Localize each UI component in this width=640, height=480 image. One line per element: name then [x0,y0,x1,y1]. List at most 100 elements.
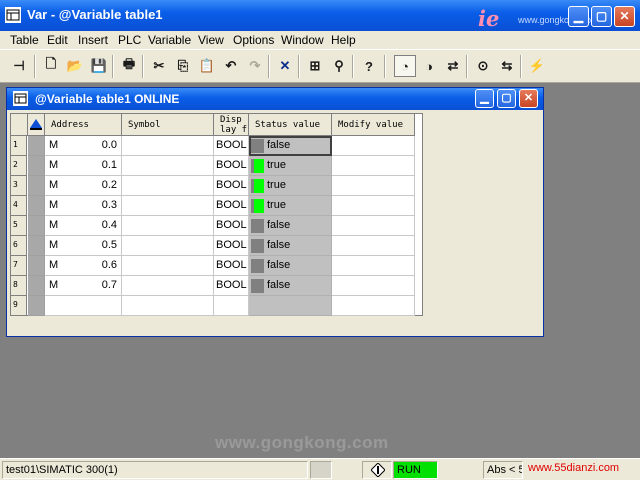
row-number[interactable]: 5 [11,216,27,236]
row-number[interactable]: 8 [11,276,27,296]
modify-value-cell[interactable] [332,256,415,276]
open-button[interactable]: 📂 [64,55,86,77]
symbol-cell[interactable] [122,256,214,276]
status-value-cell[interactable]: false [249,216,332,236]
symbol-cell[interactable] [122,296,214,316]
select-all-corner[interactable] [11,114,28,136]
display-format-cell[interactable]: BOOL [214,156,249,176]
symbol-cell[interactable] [122,196,214,216]
status-value-cell[interactable]: false [249,256,332,276]
cut-button[interactable]: ✂ [148,55,170,77]
menu-window[interactable]: Window [281,32,324,48]
row-selector-cell[interactable] [28,256,45,276]
address-cell[interactable]: M 0.6 [45,256,122,276]
minimize-button[interactable]: ▁ [568,6,589,27]
status-value-cell[interactable]: true [249,176,332,196]
row-number[interactable]: 1 [11,136,27,156]
modify-value-cell[interactable] [332,236,415,256]
column-header-status-value[interactable]: Status value [249,114,332,136]
row-number[interactable]: 3 [11,176,27,196]
redo-button[interactable]: ↷ [244,55,266,77]
column-header-symbol[interactable]: Symbol [122,114,214,136]
status-value-cell[interactable]: true [249,196,332,216]
menu-insert[interactable]: Insert [78,32,108,48]
row-selector-cell[interactable] [28,296,45,316]
status-value-cell[interactable]: false [249,136,332,156]
new-button[interactable]: 🗋 [40,55,62,77]
modify-value-cell[interactable] [332,176,415,196]
display-format-cell[interactable]: BOOL [214,216,249,236]
trigger-modify-button[interactable]: ⇆ [496,55,518,77]
symbol-cell[interactable] [122,236,214,256]
network-button[interactable]: ⊞ [304,55,326,77]
symbol-cell[interactable] [122,276,214,296]
menu-options[interactable]: Options [233,32,274,48]
delete-button[interactable]: ✕ [274,55,296,77]
address-cell[interactable]: M 0.0 [45,136,122,156]
address-cell[interactable]: M 0.1 [45,156,122,176]
child-close-button[interactable]: ✕ [519,89,538,108]
column-header-display-format[interactable]: Disp lay f [214,114,249,136]
print-button[interactable]: 🖶 [118,55,140,77]
force-button[interactable]: ⚡ [526,55,548,77]
close-button[interactable]: ✕ [614,6,635,27]
menu-table[interactable]: Table [10,32,39,48]
display-format-cell[interactable]: BOOL [214,196,249,216]
address-cell[interactable]: M 0.3 [45,196,122,216]
save-button[interactable]: 💾 [88,55,110,77]
monitor-once-button[interactable]: ◑ [418,55,440,77]
menu-edit[interactable]: Edit [47,32,68,48]
child-minimize-button[interactable]: ▁ [475,89,494,108]
symbol-cell[interactable] [122,176,214,196]
status-value-cell[interactable]: false [249,236,332,256]
address-cell[interactable] [45,296,122,316]
menu-variable[interactable]: Variable [148,32,191,48]
row-number[interactable]: 9 [11,296,27,316]
symbol-cell[interactable] [122,216,214,236]
symbol-cell[interactable] [122,156,214,176]
row-selector-cell[interactable] [28,156,45,176]
monitor-variable-button[interactable]: ◔ [394,55,416,77]
status-value-cell[interactable]: false [249,276,332,296]
child-maximize-button[interactable]: ▢ [497,89,516,108]
modify-value-cell[interactable] [332,296,415,316]
display-format-cell[interactable]: BOOL [214,276,249,296]
modify-value-cell[interactable] [332,196,415,216]
row-selector-cell[interactable] [28,196,45,216]
column-header-modify-value[interactable]: Modify value [332,114,415,136]
symbol-cell[interactable] [122,136,214,156]
copy-button[interactable]: ⎘ [172,55,194,77]
modify-value-cell[interactable] [332,156,415,176]
help-pointer-button[interactable]: ? [358,55,380,77]
row-number[interactable]: 6 [11,236,27,256]
address-cell[interactable]: M 0.5 [45,236,122,256]
row-selector-cell[interactable] [28,216,45,236]
maximize-button[interactable]: ▢ [591,6,612,27]
paste-button[interactable]: 📋 [196,55,218,77]
pin-button[interactable]: ⊣ [8,55,30,77]
menu-view[interactable]: View [198,32,224,48]
column-header-address[interactable]: Address [45,114,122,136]
row-number[interactable]: 4 [11,196,27,216]
address-cell[interactable]: M 0.7 [45,276,122,296]
display-format-cell[interactable]: BOOL [214,256,249,276]
modify-value-cell[interactable] [332,276,415,296]
display-format-cell[interactable]: BOOL [214,176,249,196]
station-button[interactable]: ⚲ [328,55,350,77]
row-selector-cell[interactable] [28,236,45,256]
address-cell[interactable]: M 0.4 [45,216,122,236]
row-selector-cell[interactable] [28,136,45,156]
row-number[interactable]: 2 [11,156,27,176]
row-selector-cell[interactable] [28,276,45,296]
footer-site-link[interactable]: www.55dianzi.com [528,462,619,474]
modify-value-cell[interactable] [332,136,415,156]
undo-button[interactable]: ↶ [220,55,242,77]
trigger-monitor-button[interactable]: ⊙ [472,55,494,77]
display-format-cell[interactable] [214,296,249,316]
main-title-bar[interactable]: Var - @Variable table1 ie www.gongkong.c… [0,0,640,31]
menu-plc[interactable]: PLC [118,32,141,48]
display-format-cell[interactable]: BOOL [214,136,249,156]
status-value-cell[interactable] [249,296,332,316]
modify-variable-button[interactable]: ⇄ [442,55,464,77]
address-cell[interactable]: M 0.2 [45,176,122,196]
